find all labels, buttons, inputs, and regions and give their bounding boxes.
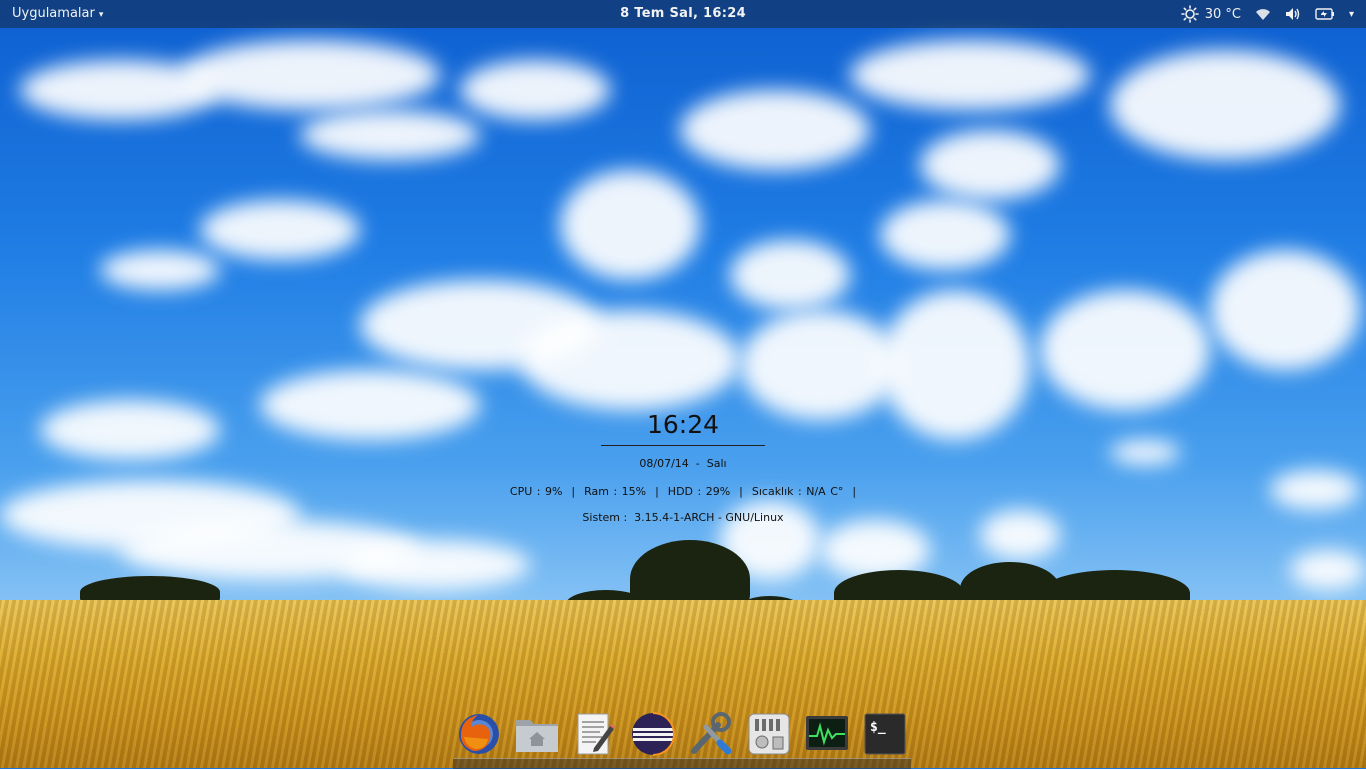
dock-item-firefox[interactable] bbox=[455, 710, 503, 758]
conky-system-info: Sistem : 3.15.4-1-ARCH - GNU/Linux bbox=[582, 511, 784, 524]
dock-item-files[interactable] bbox=[513, 710, 561, 758]
system-tray: 30 °C ▾ bbox=[1180, 4, 1354, 24]
battery-icon[interactable] bbox=[1315, 8, 1335, 20]
conky-date: 08/07/14 - Salı bbox=[639, 457, 727, 470]
conky-divider bbox=[601, 445, 765, 446]
wifi-icon[interactable] bbox=[1255, 7, 1271, 21]
text-editor-icon bbox=[574, 712, 616, 756]
weather-indicator[interactable]: 30 °C bbox=[1180, 5, 1241, 23]
sky-background bbox=[0, 0, 1366, 620]
terminal-icon: $_ bbox=[864, 713, 906, 755]
dock-item-settings[interactable] bbox=[745, 710, 793, 758]
weather-temperature: 30 °C bbox=[1204, 6, 1241, 22]
top-panel: Uygulamalar ▾ 8 Tem Sal, 16:24 30 °C ▾ bbox=[0, 0, 1366, 28]
system-menu-chevron-down-icon[interactable]: ▾ bbox=[1349, 9, 1354, 20]
sun-icon bbox=[1180, 5, 1199, 23]
conky-widget: 16:24 08/07/14 - Salı CPU : 9% | Ram : 1… bbox=[0, 408, 1366, 524]
conky-stats: CPU : 9% | Ram : 15% | HDD : 29% | Sıcak… bbox=[509, 485, 857, 498]
system-monitor-icon bbox=[805, 714, 849, 754]
home-folder-icon bbox=[514, 714, 560, 754]
dock-item-system-tools[interactable] bbox=[687, 710, 735, 758]
date-time-clock[interactable]: 8 Tem Sal, 16:24 bbox=[0, 6, 1366, 21]
firefox-icon bbox=[456, 711, 502, 757]
dock-item-terminal[interactable]: $_ bbox=[861, 710, 909, 758]
desktop-wallpaper bbox=[0, 0, 1366, 768]
dock-item-system-monitor[interactable] bbox=[803, 710, 851, 758]
dock-item-text-editor[interactable] bbox=[571, 710, 619, 758]
eclipse-icon bbox=[630, 711, 676, 757]
application-dock: $_ bbox=[455, 706, 909, 758]
mixer-settings-icon bbox=[747, 712, 791, 756]
dock-item-eclipse[interactable] bbox=[629, 710, 677, 758]
volume-icon[interactable] bbox=[1285, 7, 1301, 21]
system-tools-icon bbox=[688, 711, 734, 757]
svg-text:$_: $_ bbox=[870, 720, 886, 735]
clock-label: 8 Tem Sal, 16:24 bbox=[620, 6, 746, 21]
conky-time: 16:24 bbox=[646, 410, 720, 439]
dock-shelf bbox=[453, 758, 911, 769]
